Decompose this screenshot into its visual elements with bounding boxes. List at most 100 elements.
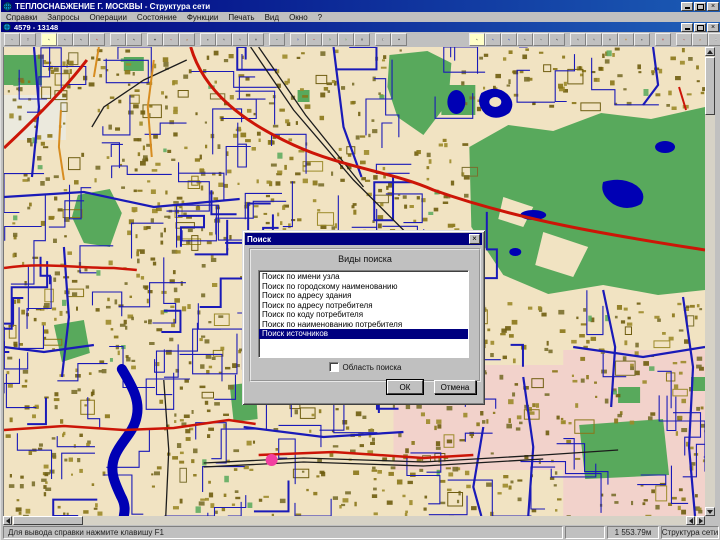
search-icon — [154, 34, 156, 45]
erase-2-icon — [699, 34, 701, 45]
edit-area-button[interactable] — [126, 33, 142, 46]
menu-pechat[interactable]: Печать — [223, 13, 259, 22]
pond — [447, 90, 466, 114]
xy-locate-button[interactable] — [163, 33, 179, 46]
zoom-window-icon — [255, 34, 257, 45]
xy-locate-2-icon — [683, 34, 685, 45]
link-2-icon — [540, 34, 542, 45]
network-button[interactable] — [290, 33, 306, 46]
select-object-button[interactable] — [89, 33, 105, 46]
horizontal-scroll-thumb[interactable] — [13, 516, 83, 525]
pan-2-icon — [641, 34, 643, 45]
search-button[interactable] — [147, 33, 163, 46]
menu-operacii[interactable]: Операции — [85, 13, 132, 22]
menu-zaprosy[interactable]: Запросы — [42, 13, 84, 22]
child-window-title: 4579 - 13148 — [14, 22, 59, 32]
paste-icon — [27, 34, 29, 45]
list-item[interactable]: Поиск по коду потребителя — [259, 310, 468, 320]
zoom-in-icon — [223, 34, 225, 45]
grid-button[interactable] — [354, 33, 370, 46]
undo-button[interactable] — [269, 33, 285, 46]
menu-okno[interactable]: Окно — [284, 13, 313, 22]
pond — [509, 248, 522, 256]
scroll-left-button[interactable] — [3, 516, 12, 525]
select-2-button[interactable] — [469, 33, 485, 46]
menu-spravki[interactable]: Справки — [1, 13, 42, 22]
paste-button[interactable] — [20, 33, 36, 46]
consumer-network-button[interactable] — [338, 33, 354, 46]
ok-button[interactable]: ОК — [386, 379, 424, 395]
zoom-out-button[interactable] — [232, 33, 248, 46]
pan-button[interactable] — [200, 33, 216, 46]
child-close-button[interactable]: × — [707, 22, 719, 32]
source-network-button[interactable] — [322, 33, 338, 46]
zoom-out-2-button[interactable] — [586, 33, 602, 46]
edit-icon — [117, 34, 119, 45]
select-area-blue-button[interactable] — [501, 33, 517, 46]
view-layers-button[interactable] — [306, 33, 322, 46]
close-button[interactable]: × — [707, 1, 719, 11]
menu-help[interactable]: ? — [313, 13, 327, 22]
select-area-blue-icon — [508, 34, 510, 45]
scroll-right-button[interactable] — [696, 516, 705, 525]
group-label: Виды поиска — [338, 254, 392, 264]
statusbar: Для вывода справки нажмите клавишу F1 1 … — [1, 525, 720, 540]
link-2-button[interactable] — [533, 33, 549, 46]
toolbar — [1, 32, 720, 47]
link-button[interactable] — [4, 33, 20, 46]
menu-sostoyanie[interactable]: Состояние — [132, 13, 182, 22]
zoom-window-2-button[interactable] — [602, 33, 618, 46]
menu-vid[interactable]: Вид — [260, 13, 284, 22]
map-window-icon — [3, 23, 11, 31]
erase-2-button[interactable] — [692, 33, 708, 46]
vertical-scroll-thumb[interactable] — [705, 57, 715, 115]
edit-button[interactable] — [110, 33, 126, 46]
new-page-button[interactable] — [708, 33, 720, 46]
edit-area-2-button[interactable] — [549, 33, 565, 46]
consumer-network-icon — [345, 34, 347, 45]
child-restore-button[interactable] — [694, 22, 706, 32]
zoom-extent-button[interactable] — [618, 33, 634, 46]
horizontal-scrollbar[interactable] — [3, 516, 705, 525]
menu-funkcii[interactable]: Функции — [182, 13, 224, 22]
list-item[interactable]: Поиск по городскому наименованию — [259, 282, 468, 292]
status-empty-panel — [565, 526, 605, 539]
child-minimize-button[interactable] — [681, 22, 693, 32]
pond — [655, 141, 676, 153]
search-types-list[interactable]: Поиск по имени узла Поиск по городскому … — [258, 270, 469, 358]
zoom-window-button[interactable] — [248, 33, 264, 46]
pan-icon — [207, 34, 209, 45]
copy-pages-button[interactable] — [375, 33, 391, 46]
cancel-button[interactable]: Отмена — [434, 380, 476, 394]
main-titlebar: ТЕПЛОСНАБЖЕНИЕ Г. МОСКВЫ - Структура сет… — [1, 0, 720, 12]
vertical-scrollbar[interactable] — [705, 47, 715, 516]
pan-2-button[interactable] — [634, 33, 650, 46]
list-item[interactable]: Поиск по наименованию потребителя — [259, 320, 468, 330]
list-item[interactable]: Поиск по адресу здания — [259, 291, 468, 301]
select-3-button[interactable] — [517, 33, 533, 46]
new-page-icon — [715, 34, 717, 45]
list-item[interactable]: Поиск источников — [259, 329, 468, 339]
map-viewport[interactable]: Поиск × Виды поиска Поиск по имени узла … — [3, 47, 705, 516]
select-node-button[interactable] — [57, 33, 73, 46]
print-button[interactable] — [391, 33, 407, 46]
list-item[interactable]: Поиск по адресу потребителя — [259, 301, 468, 311]
erase-button[interactable] — [179, 33, 195, 46]
restore-button[interactable] — [694, 1, 706, 11]
select-blue-button[interactable] — [485, 33, 501, 46]
frame-button[interactable] — [655, 33, 671, 46]
minimize-button[interactable] — [681, 1, 693, 11]
dialog-titlebar[interactable]: Поиск × — [245, 233, 482, 245]
zoom-in-button[interactable] — [216, 33, 232, 46]
scroll-down-button[interactable] — [705, 507, 715, 516]
xy-locate-icon — [170, 34, 172, 45]
select-area-button[interactable] — [73, 33, 89, 46]
list-item[interactable]: Поиск по имени узла — [259, 272, 468, 282]
search-area-checkbox[interactable] — [328, 362, 339, 372]
scroll-up-button[interactable] — [705, 47, 715, 56]
xy-locate-2-button[interactable] — [676, 33, 692, 46]
scroll-left-button-2[interactable] — [686, 516, 695, 525]
dialog-close-button[interactable]: × — [469, 234, 480, 244]
zoom-in-2-button[interactable] — [570, 33, 586, 46]
select-button[interactable] — [41, 33, 57, 46]
